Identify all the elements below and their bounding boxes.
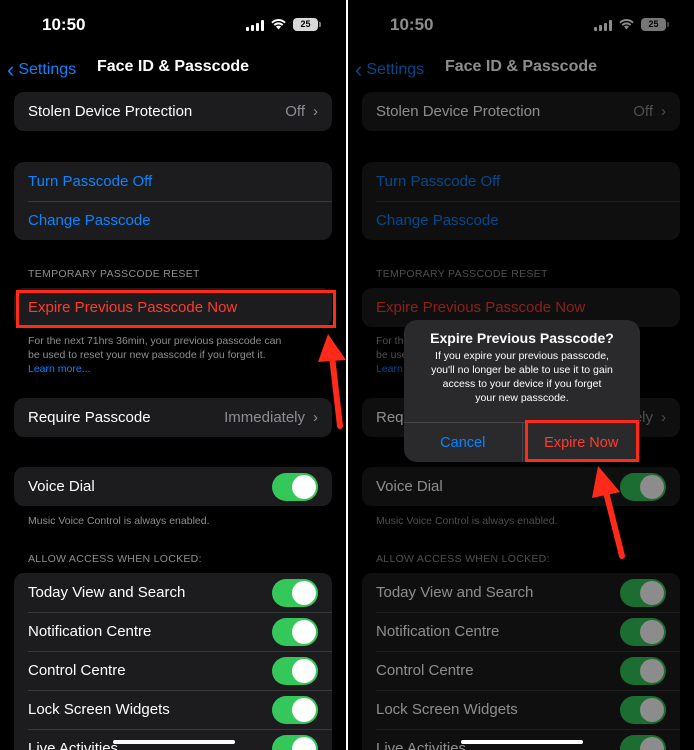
annotation-arrow-icon — [592, 466, 625, 559]
voice-dial-footnote: Music Voice Control is always enabled. — [28, 515, 210, 527]
page-title: Face ID & Passcode — [96, 58, 250, 75]
alert-message-line: If you expire your previous passcode, — [435, 350, 609, 362]
passcode-group: Turn Passcode Off Change Passcode — [14, 162, 332, 240]
row-value: Off — [285, 103, 305, 120]
toggle-switch[interactable] — [272, 695, 318, 724]
battery-icon: 25 — [293, 18, 321, 31]
annotation-arrow-icon — [318, 334, 346, 429]
screen-after: 10:50 25 ‹ Settings Face ID & Passcode St… — [348, 0, 694, 750]
annotation-highlight-box — [16, 290, 336, 328]
row-label: Live Activities — [28, 740, 119, 750]
alert-message-line: you'll no longer be able to use it to ga… — [431, 364, 613, 376]
row-label: Notification Centre — [28, 623, 152, 640]
voice-dial-group: Voice Dial — [14, 467, 332, 506]
cellular-signal-icon — [246, 20, 264, 31]
turn-passcode-off-button[interactable]: Turn Passcode Off — [14, 162, 332, 201]
temporary-reset-footnote: For the next 71hrs 36min, your previous … — [28, 334, 328, 376]
row-label: Lock Screen Widgets — [28, 701, 170, 718]
toggle-switch[interactable] — [272, 656, 318, 685]
change-passcode-button[interactable]: Change Passcode — [14, 201, 332, 240]
alert-message: If you expire your previous passcode, yo… — [404, 346, 640, 405]
footnote-line: For the next 71hrs 36min, your previous … — [28, 335, 282, 347]
require-passcode-row[interactable]: Require Passcode Immediately › — [14, 398, 332, 437]
locked-access-group: Today View and Search Notification Centr… — [14, 573, 332, 750]
toggle-switch[interactable] — [272, 617, 318, 646]
row-value: Immediately — [224, 409, 305, 426]
toggle-switch[interactable] — [272, 734, 318, 750]
voice-dial-toggle[interactable] — [272, 472, 318, 501]
screen-before: 10:50 25 ‹ Settings Face ID & Passcode St… — [0, 0, 346, 750]
stolen-device-protection-row[interactable]: Stolen Device Protection Off › — [14, 92, 332, 131]
chevron-right-icon: › — [313, 103, 318, 120]
row-label: Voice Dial — [28, 478, 95, 495]
alert-title: Expire Previous Passcode? — [430, 330, 614, 346]
require-passcode-group: Require Passcode Immediately › — [14, 398, 332, 437]
locked-access-item: Today View and Search — [14, 573, 332, 612]
temporary-reset-header: TEMPORARY PASSCODE RESET — [28, 268, 200, 280]
locked-access-item: Notification Centre — [14, 612, 332, 651]
status-bar: 10:50 25 — [0, 0, 346, 52]
footnote-line: be used to reset your new passcode if yo… — [28, 349, 266, 361]
home-indicator — [461, 740, 583, 744]
toggle-switch[interactable] — [272, 578, 318, 607]
row-label: Today View and Search — [28, 584, 186, 601]
row-label: Require Passcode — [28, 409, 151, 426]
learn-more-link[interactable]: Learn more... — [28, 362, 328, 376]
alert-message-line: your new passcode. — [475, 392, 569, 404]
locked-access-header: ALLOW ACCESS WHEN LOCKED: — [28, 553, 202, 565]
locked-access-item: Lock Screen Widgets — [14, 690, 332, 729]
voice-dial-row: Voice Dial — [14, 467, 332, 506]
locked-access-item: Control Centre — [14, 651, 332, 690]
alert-message-line: access to your device if you forget — [442, 378, 602, 390]
wifi-icon — [271, 19, 286, 30]
row-label: Stolen Device Protection — [28, 103, 193, 120]
stolen-device-group: Stolen Device Protection Off › — [14, 92, 332, 131]
navigation-bar: ‹ Settings Face ID & Passcode — [0, 52, 346, 82]
row-label: Control Centre — [28, 662, 126, 679]
cancel-button[interactable]: Cancel — [404, 423, 522, 462]
status-time: 10:50 — [42, 15, 86, 34]
home-indicator — [113, 740, 235, 744]
annotation-highlight-box — [525, 420, 639, 462]
